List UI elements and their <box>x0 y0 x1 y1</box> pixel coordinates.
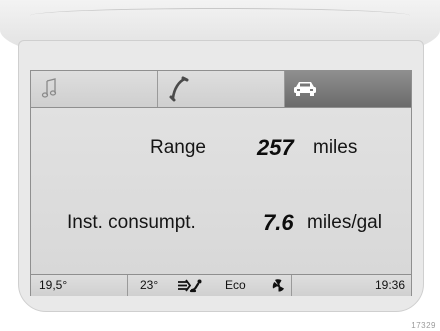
tab-audio[interactable] <box>31 71 158 107</box>
tab-bar <box>31 71 411 108</box>
fan-icon <box>272 279 284 292</box>
consumption-unit: miles/gal <box>307 212 382 233</box>
phone-handset-icon <box>169 76 189 102</box>
info-display-screen: Range 257 miles Inst. consumpt. 7.6 mile… <box>30 70 412 296</box>
tab-vehicle-info[interactable] <box>285 71 411 107</box>
climate-status: 23° Eco <box>128 275 292 296</box>
consumption-label: Inst. consumpt. <box>67 212 196 233</box>
figure-reference-number: 17329 <box>411 321 436 330</box>
set-temperature: 23° <box>140 278 159 292</box>
air-distribution-icon <box>178 279 202 293</box>
range-label: Range <box>150 137 206 158</box>
clock: 19:36 <box>374 278 405 292</box>
consumption-value: 7.6 <box>263 210 294 235</box>
range-unit: miles <box>313 137 358 158</box>
outside-temperature: 19,5° <box>31 275 128 296</box>
eco-mode-label: Eco <box>225 278 246 292</box>
consumption-row: Inst. consumpt. 7.6 miles/gal <box>31 210 411 240</box>
range-value: 257 <box>257 135 294 160</box>
range-row: Range 257 miles <box>31 135 411 165</box>
tab-phone[interactable] <box>158 71 285 107</box>
music-note-icon <box>41 78 57 98</box>
car-icon <box>294 82 316 96</box>
status-bar: 19,5° 23° Eco 19:36 <box>31 274 411 296</box>
